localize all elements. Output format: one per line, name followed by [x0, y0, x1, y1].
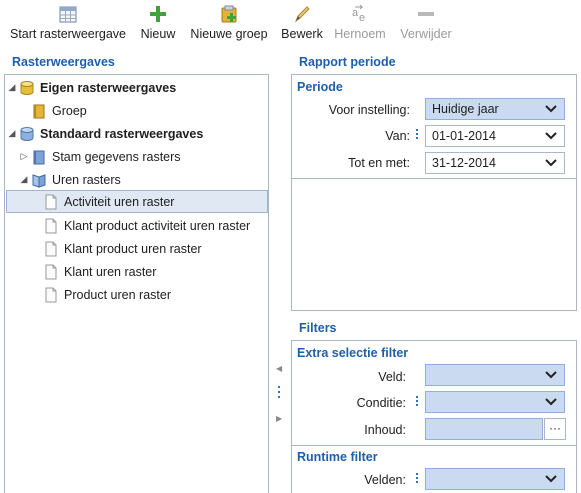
extra-selectie-filter-title: Extra selectie filter — [297, 346, 409, 360]
preset-label: Voor instelling: — [328, 103, 410, 117]
pencil-icon — [292, 2, 312, 26]
periode-group: Periode Voor instelling: Huidige jaar Va… — [291, 74, 577, 311]
delete-button[interactable]: Verwijder — [394, 0, 458, 46]
fields-label: Velden: — [364, 473, 406, 487]
periode-divider — [292, 178, 576, 179]
chevron-down-icon — [545, 371, 557, 379]
tree-node-groep[interactable]: Groep — [19, 99, 87, 122]
rename-icon: a e — [350, 2, 370, 26]
content-browse-button[interactable]: ··· — [544, 418, 566, 440]
tree-node-label: Klant product uren raster — [64, 241, 202, 256]
document-icon — [43, 218, 59, 234]
chevron-down-icon — [545, 159, 557, 167]
condition-select[interactable] — [425, 391, 565, 413]
tree-node-klant-uren-raster[interactable]: Klant uren raster — [43, 260, 156, 283]
tree-node-uren-rasters[interactable]: ◢ Uren rasters — [19, 168, 121, 191]
tree-node-label: Eigen rasterweergaves — [40, 80, 177, 95]
filters-divider — [292, 445, 576, 446]
plus-icon — [148, 2, 168, 26]
rasterweergaves-tree[interactable]: ◢ Eigen rasterweergaves Groep ◢ Standaar… — [4, 74, 269, 493]
delete-label: Verwijder — [400, 27, 452, 41]
panel-splitter[interactable]: ◀ ▶ — [272, 74, 288, 493]
grid-table-icon — [58, 2, 78, 26]
chevron-down-icon — [545, 105, 557, 113]
tree-node-klant-product-activiteit-uren-raster[interactable]: Klant product activiteit uren raster — [43, 214, 250, 237]
expanded-arrow-icon[interactable]: ◢ — [7, 82, 17, 93]
toolbar: Start rasterweergave Nieuw Nieuwe groep — [0, 0, 581, 46]
from-options-icon[interactable] — [415, 127, 419, 139]
svg-text:e: e — [359, 12, 365, 24]
fields-options-icon[interactable] — [415, 471, 419, 483]
svg-text:a: a — [352, 7, 359, 19]
new-button[interactable]: Nieuw — [136, 0, 180, 46]
document-icon — [43, 287, 59, 303]
rename-label: Hernoem — [334, 27, 386, 41]
chevron-down-icon — [545, 132, 557, 140]
to-date-picker[interactable]: 31-12-2014 — [425, 152, 565, 174]
periode-title: Periode — [297, 80, 343, 94]
filters-group: Extra selectie filter Veld: Conditie: In… — [291, 340, 577, 493]
tree-node-label: Klant uren raster — [64, 264, 157, 279]
content-label: Inhoud: — [364, 423, 406, 437]
content-input[interactable] — [425, 418, 543, 440]
field-select[interactable] — [425, 364, 565, 386]
condition-label: Conditie: — [356, 396, 406, 410]
preset-value: Huidige jaar — [432, 102, 499, 116]
condition-options-icon[interactable] — [415, 394, 419, 406]
tree-node-label: Standaard rasterweergaves — [40, 126, 204, 141]
expanded-arrow-icon[interactable]: ◢ — [7, 128, 17, 139]
folder-book-icon — [31, 103, 47, 119]
expanded-arrow-icon[interactable]: ◢ — [19, 174, 29, 185]
database-icon — [19, 80, 35, 96]
from-value: 01-01-2014 — [432, 129, 496, 143]
fields-select[interactable] — [425, 468, 565, 490]
start-rasterweergave-button[interactable]: Start rasterweergave — [6, 0, 130, 46]
add-group-icon — [219, 2, 239, 26]
tree-node-label: Klant product activiteit uren raster — [64, 218, 251, 233]
edit-label: Bewerk — [281, 27, 323, 41]
runtime-filter-title: Runtime filter — [297, 450, 378, 464]
start-rasterweergave-label: Start rasterweergave — [9, 27, 127, 41]
field-label: Veld: — [378, 370, 406, 384]
new-group-label: Nieuwe groep — [190, 27, 268, 41]
minus-icon — [416, 2, 436, 26]
collapse-left-icon[interactable]: ◀ — [276, 364, 282, 373]
tree-node-label: Activiteit uren raster — [64, 194, 175, 209]
document-icon — [43, 264, 59, 280]
to-value: 31-12-2014 — [432, 156, 496, 170]
tree-node-label: Groep — [52, 103, 87, 118]
rapport-periode-title: Rapport periode — [299, 55, 396, 69]
preset-select[interactable]: Huidige jaar — [425, 98, 565, 120]
database-blue-icon — [19, 126, 35, 142]
tree-node-label: Product uren raster — [64, 287, 171, 302]
tree-node-label: Stam gegevens rasters — [52, 149, 181, 164]
open-book-icon — [31, 172, 47, 188]
document-icon — [43, 241, 59, 257]
tree-node-standaard-rasterweergaves[interactable]: ◢ Standaard rasterweergaves — [7, 122, 203, 145]
tree-node-stam-gegevens-rasters[interactable]: ▷ Stam gegevens rasters — [19, 145, 181, 168]
from-date-picker[interactable]: 01-01-2014 — [425, 125, 565, 147]
expand-right-icon[interactable]: ▶ — [276, 414, 282, 423]
tree-node-label: Uren rasters — [52, 172, 121, 187]
rasterweergaves-title: Rasterweergaves — [12, 55, 115, 69]
tree-node-product-uren-raster[interactable]: Product uren raster — [43, 283, 171, 306]
rename-button[interactable]: a e Hernoem — [330, 0, 390, 46]
new-label: Nieuw — [140, 27, 176, 41]
new-group-button[interactable]: Nieuwe groep — [185, 0, 273, 46]
splitter-grip-icon[interactable] — [278, 386, 281, 402]
tree-node-activiteit-uren-raster[interactable]: Activiteit uren raster — [6, 190, 268, 213]
from-label: Van: — [385, 129, 410, 143]
filters-title: Filters — [299, 321, 337, 335]
chevron-down-icon — [545, 475, 557, 483]
document-icon — [43, 194, 59, 210]
tree-node-klant-product-uren-raster[interactable]: Klant product uren raster — [43, 237, 202, 260]
edit-button[interactable]: Bewerk — [278, 0, 326, 46]
chevron-down-icon — [545, 398, 557, 406]
to-label: Tot en met: — [348, 156, 410, 170]
tree-node-eigen-rasterweergaves[interactable]: ◢ Eigen rasterweergaves — [7, 76, 176, 99]
blue-book-icon — [31, 149, 47, 165]
collapsed-arrow-icon[interactable]: ▷ — [19, 151, 29, 162]
